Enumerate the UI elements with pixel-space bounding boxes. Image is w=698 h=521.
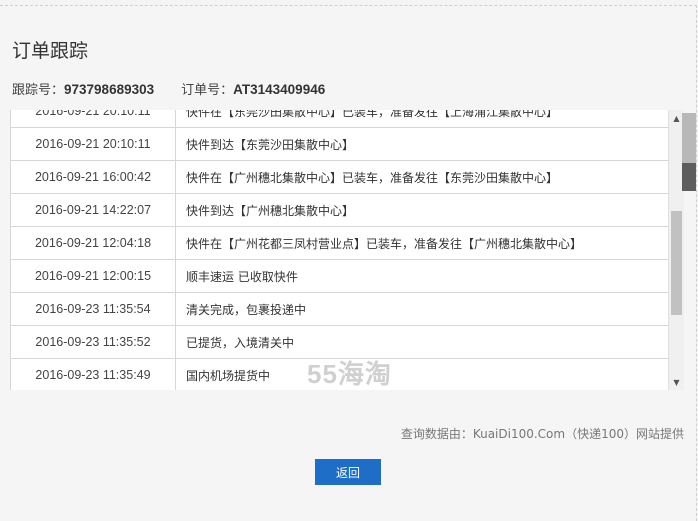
event-time: 2016-09-23 11:35:54: [11, 293, 176, 325]
event-time: 2016-09-21 14:22:07: [11, 194, 176, 226]
event-time: 2016-09-23 11:35:49: [11, 359, 176, 390]
back-button[interactable]: 返回: [315, 459, 381, 485]
data-source-note: 查询数据由：KuaiDi100.Com（快递100）网站提供: [400, 427, 684, 441]
event-description: 清关完成，包裹投递中: [186, 302, 307, 317]
event-description: 快件在【广州穗北集散中心】已装车，准备发往【东莞沙田集散中心】: [186, 170, 559, 185]
side-float-widget[interactable]: [682, 113, 696, 191]
order-label: 订单号：: [181, 83, 234, 98]
order-meta: 跟踪号：973798689303 订单号：AT3143409946: [12, 79, 325, 98]
event-description: 顺丰速运 已收取快件: [186, 269, 298, 284]
table-row: 2016-09-21 12:04:18 快件在【广州花都三凤村营业点】已装车，准备…: [10, 227, 669, 260]
event-time: 2016-09-21 16:00:42: [11, 161, 176, 193]
event-description: 快件在【广州花都三凤村营业点】已装车，准备发往【广州穗北集散中心】: [186, 236, 583, 251]
scroll-thumb[interactable]: [671, 211, 682, 315]
event-description: 快件在【东莞沙田集散中心】已装车，准备发往【上海浦江集散中心】: [186, 110, 559, 119]
event-description: 快件到达【广州穗北集散中心】: [186, 203, 355, 218]
event-time: 2016-09-21 20:10:11: [11, 110, 176, 127]
tracking-label: 跟踪号：: [12, 83, 65, 98]
event-description: 国内机场提货中: [186, 368, 271, 383]
tracking-dialog: 订单跟踪 跟踪号：973798689303 订单号：AT3143409946 20…: [0, 5, 697, 521]
table-row: 2016-09-21 20:10:11 快件在【东莞沙田集散中心】已装车，准备发往…: [10, 110, 669, 128]
event-time: 2016-09-23 11:35:52: [11, 326, 176, 358]
tracking-table[interactable]: 2016-09-21 20:10:11 快件在【东莞沙田集散中心】已装车，准备发往…: [10, 110, 684, 390]
event-description: 已提货，入境清关中: [186, 335, 295, 350]
tracking-rows: 2016-09-21 20:10:11 快件在【东莞沙田集散中心】已装车，准备发往…: [10, 110, 669, 390]
order-number: AT3143409946: [233, 82, 326, 97]
watermark: 55海淘: [307, 359, 392, 389]
table-row: 2016-09-21 16:00:42 快件在【广州穗北集散中心】已装车，准备发往…: [10, 161, 669, 194]
dialog-title: 订单跟踪: [12, 40, 89, 62]
table-row: 2016-09-21 20:10:11 快件到达【东莞沙田集散中心】: [10, 128, 669, 161]
event-time: 2016-09-21 12:00:15: [11, 260, 176, 292]
table-row: 2016-09-23 11:35:54 清关完成，包裹投递中: [10, 293, 669, 326]
scroll-down-arrow-icon[interactable]: ▼: [669, 374, 684, 390]
table-row: 2016-09-21 12:00:15 顺丰速运 已收取快件: [10, 260, 669, 293]
event-description: 快件到达【东莞沙田集散中心】: [186, 137, 355, 152]
event-time: 2016-09-21 12:04:18: [11, 227, 176, 259]
event-time: 2016-09-21 20:10:11: [11, 128, 176, 160]
tracking-number: 973798689303: [64, 82, 155, 97]
table-row: 2016-09-21 14:22:07 快件到达【广州穗北集散中心】: [10, 194, 669, 227]
